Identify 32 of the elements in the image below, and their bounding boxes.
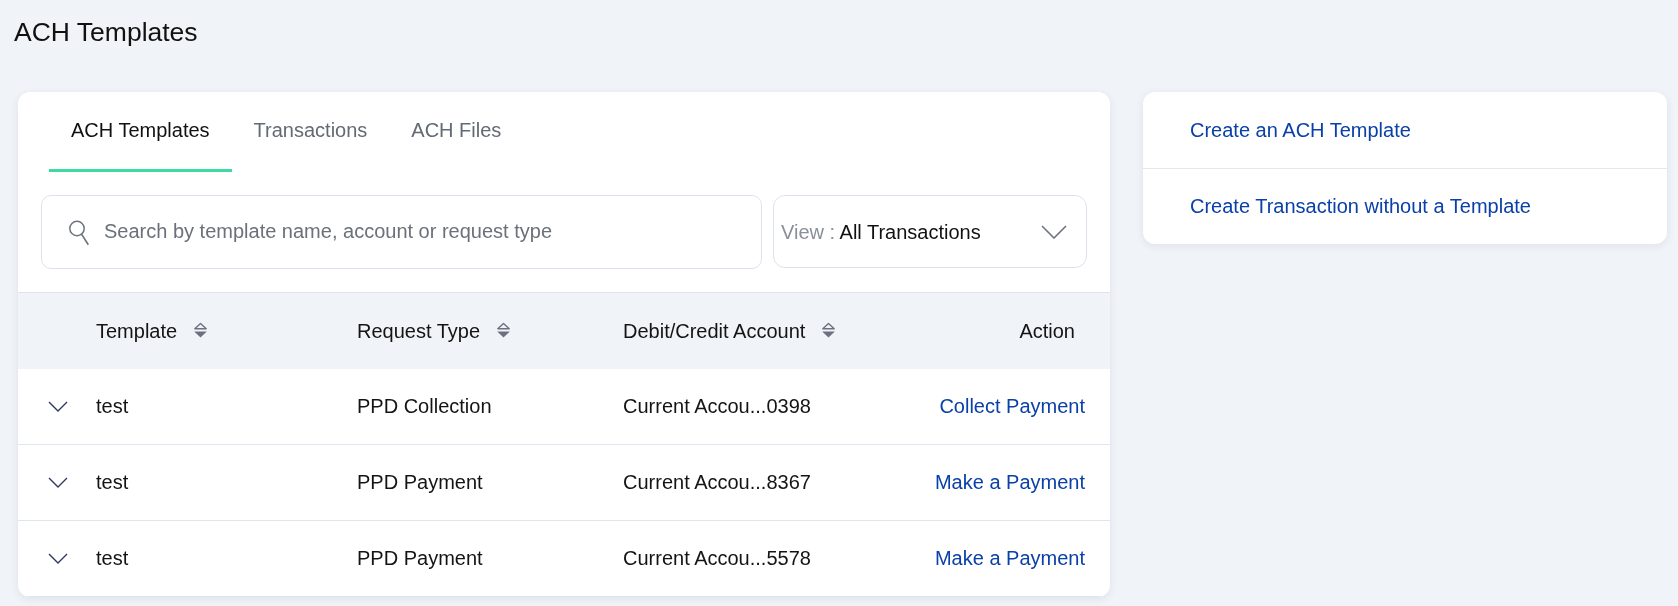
column-header[interactable]: Template <box>96 315 209 346</box>
search-field[interactable]: Search by template name, account or request type <box>41 194 762 269</box>
chevron-down-icon[interactable] <box>48 552 68 564</box>
table-cell: test <box>96 547 129 570</box>
search-icon <box>69 219 89 245</box>
view-dropdown[interactable]: View : All Transactions <box>773 195 1087 269</box>
table-cell: PPD Payment <box>357 471 483 494</box>
page-title: ACH Templates <box>13 16 199 49</box>
table-cell: test <box>96 395 129 418</box>
tab[interactable]: ACH Files <box>389 91 524 172</box>
sort-icon <box>496 322 512 340</box>
tab[interactable]: Transactions <box>231 91 390 172</box>
table-cell: test <box>96 471 129 494</box>
quick-action-link[interactable]: Create Transaction without a Template <box>1190 191 1531 222</box>
column-header: Action <box>1019 318 1075 344</box>
column-header[interactable]: Request Type <box>357 315 512 346</box>
action-link[interactable]: Collect Payment <box>939 395 1085 418</box>
table-cell: PPD Collection <box>357 395 492 418</box>
table-cell: Current Accou...5578 <box>623 547 811 570</box>
table-cell: Current Accou...0398 <box>623 395 811 418</box>
table-cell: Current Accou...8367 <box>623 471 811 494</box>
chevron-down-icon[interactable] <box>48 400 68 412</box>
action-link[interactable]: Make a Payment <box>934 547 1085 570</box>
chevron-down-icon <box>1041 224 1067 239</box>
sort-icon <box>193 322 209 340</box>
action-link[interactable]: Make a Payment <box>934 471 1085 494</box>
column-header[interactable]: Debit/Credit Account <box>623 315 837 346</box>
quick-action-link[interactable]: Create an ACH Template <box>1190 114 1411 145</box>
chevron-down-icon[interactable] <box>48 476 68 488</box>
sort-icon <box>821 322 837 340</box>
table-cell: PPD Payment <box>357 547 483 570</box>
tab[interactable]: ACH Templates <box>49 91 232 172</box>
